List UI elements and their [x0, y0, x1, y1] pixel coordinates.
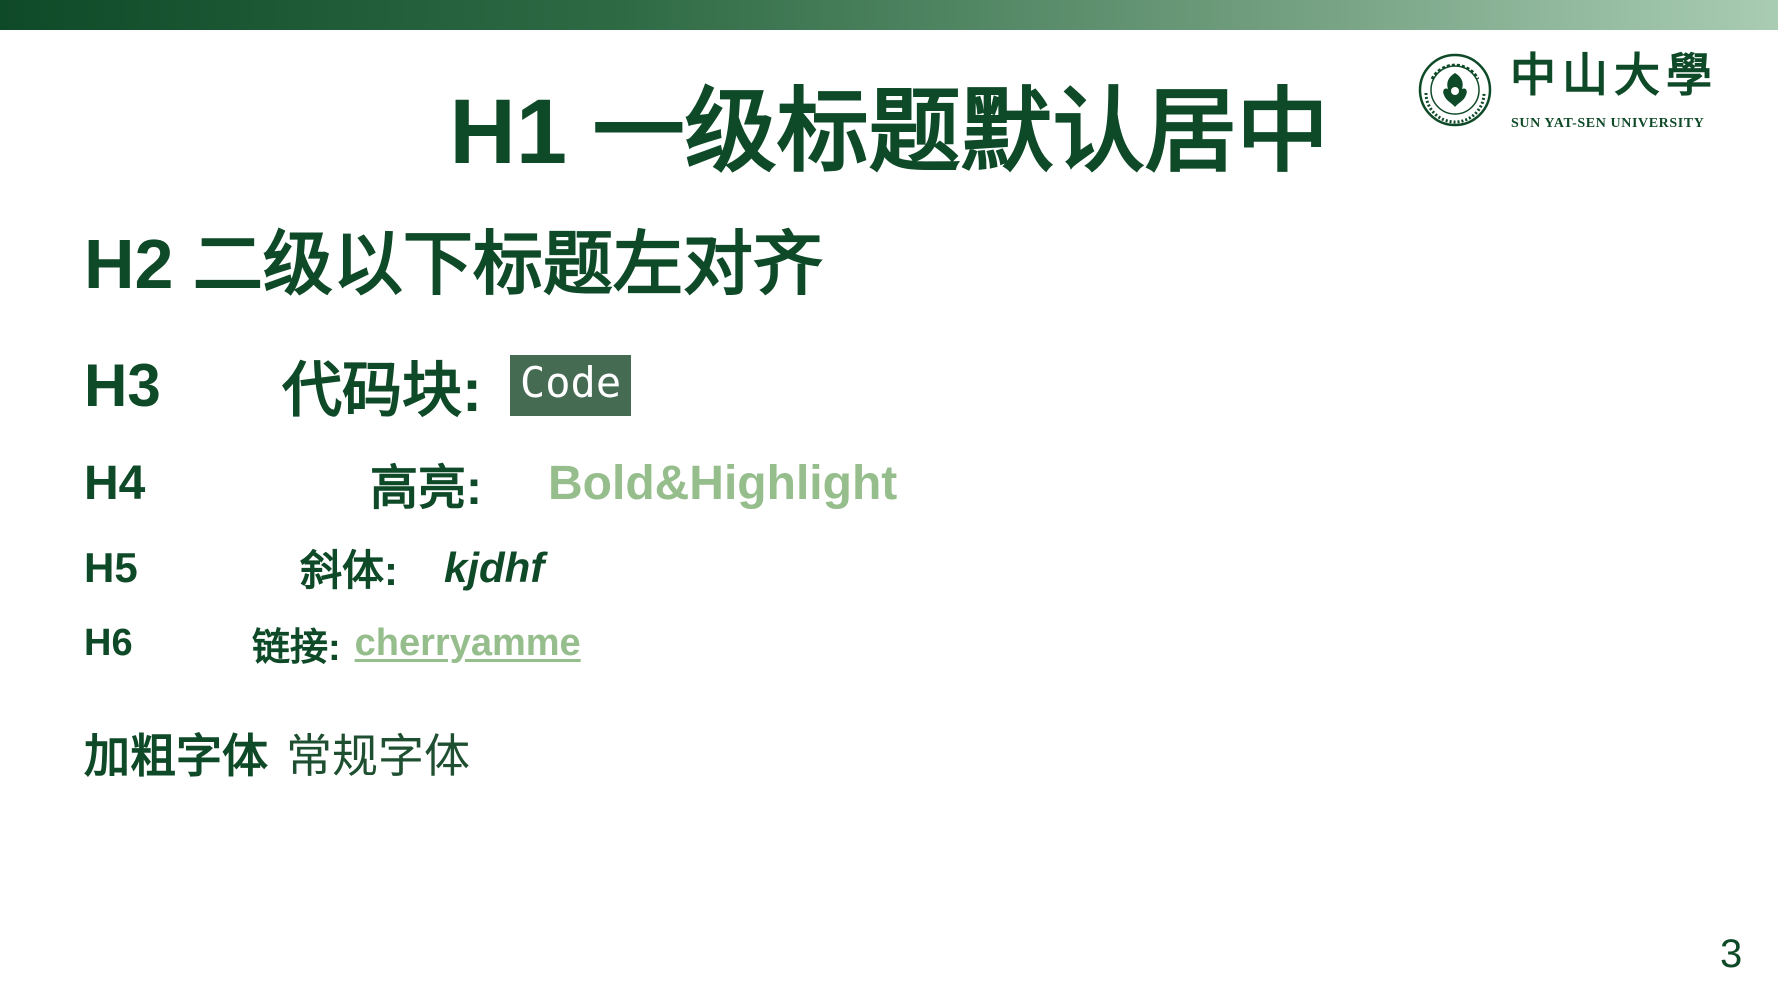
- page-number: 3: [1720, 932, 1743, 976]
- heading-h4-row: H4 高亮: Bold&Highlight: [84, 448, 897, 518]
- body-text-line: 加粗字体 常规字体: [84, 720, 470, 786]
- link-cherryamme[interactable]: cherryamme: [355, 622, 581, 664]
- heading-h6-row: H6 链接: cherryamme: [84, 616, 581, 671]
- italic-label: 斜体:: [300, 547, 398, 594]
- heading-h3-tag: H3: [84, 352, 161, 419]
- heading-h5-tag: H5: [84, 543, 138, 591]
- link-label: 链接:: [252, 627, 341, 669]
- italic-text: kjdhf: [444, 543, 545, 591]
- slide: 中山大學 SUN YAT-SEN UNIVERSITY H1 一级标题默认居中 …: [0, 0, 1778, 1000]
- code-block-label: 代码块:: [282, 357, 482, 424]
- heading-h6-tag: H6: [84, 622, 133, 664]
- heading-h3-row: H3 代码块: Code: [84, 342, 632, 429]
- heading-h2: H2 二级以下标题左对齐: [84, 225, 823, 303]
- heading-h4-tag: H4: [84, 456, 146, 510]
- heading-h5-row: H5 斜体: kjdhf: [84, 537, 544, 598]
- regular-text: 常规字体: [286, 730, 470, 782]
- highlight-text: Bold&Highlight: [548, 456, 898, 510]
- bold-text: 加粗字体: [84, 730, 268, 782]
- top-gradient-bar: [0, 0, 1778, 30]
- heading-h1: H1 一级标题默认居中: [449, 81, 1329, 183]
- code-block: Code: [509, 355, 632, 416]
- highlight-label: 高亮:: [370, 462, 482, 515]
